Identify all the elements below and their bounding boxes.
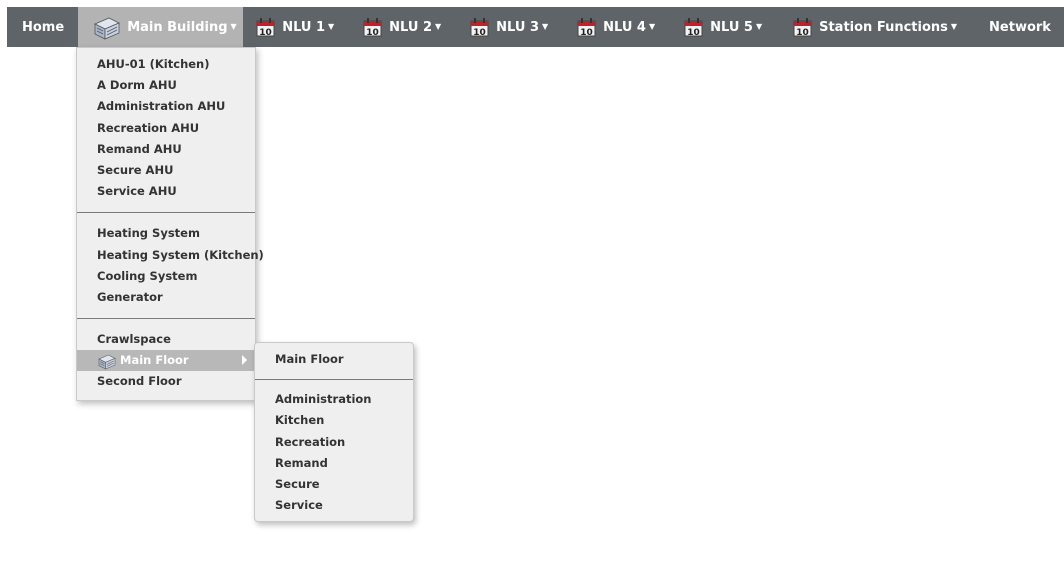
menu-item-a-dorm-ahu[interactable]: A Dorm AHU [77,75,255,96]
nav-station-functions[interactable]: Station Functions ▼ [772,7,967,47]
main-building-dropdown: AHU-01 (Kitchen) A Dorm AHU Administrati… [76,47,264,401]
menu-item-main-floor[interactable]: Main Floor [77,350,255,372]
menu-item-crawlspace[interactable]: Crawlspace [77,329,255,350]
nav-nlu3-label: NLU 3 [496,19,539,35]
caret-down-icon: ▼ [541,22,549,31]
menu-divider [77,212,255,214]
caret-down-icon: ▼ [648,22,656,31]
calendar-icon [576,16,598,38]
submenu-item-administration[interactable]: Administration [255,389,413,410]
menu-item-ahu-01-kitchen[interactable]: AHU-01 (Kitchen) [77,54,255,75]
submenu-item-kitchen[interactable]: Kitchen [255,410,413,431]
calendar-icon [792,16,814,38]
nav-nlu1-label: NLU 1 [282,19,326,35]
menu-item-administration-ahu[interactable]: Administration AHU [77,96,255,117]
menu-divider [77,318,255,320]
nav-nlu2-label: NLU 2 [389,19,432,35]
submenu-item-secure[interactable]: Secure [255,474,413,495]
menu-item-remand-ahu[interactable]: Remand AHU [77,139,255,160]
nav-network[interactable]: Network [967,7,1061,47]
menu-divider [255,379,413,381]
top-navbar: Home Main Building ▼ NLU 1 ▼ NLU 2 ▼ NLU… [7,7,1064,47]
nav-main-building-label: Main Building [127,19,228,35]
caret-down-icon: ▼ [950,22,958,31]
nav-home[interactable]: Home [7,7,78,47]
calendar-icon [469,16,491,38]
menu-item-recreation-ahu[interactable]: Recreation AHU [77,118,255,139]
menu-item-main-floor-label: Main Floor [120,353,189,368]
main-floor-submenu: Main Floor Administration Kitchen Recrea… [254,342,414,522]
calendar-icon [255,16,277,38]
nav-home-label: Home [22,19,65,35]
caret-down-icon: ▼ [328,22,335,31]
nav-station-functions-label: Station Functions [819,19,948,35]
caret-down-icon: ▼ [435,22,442,31]
nav-nlu5-label: NLU 5 [710,19,753,35]
submenu-arrow-icon [242,355,247,366]
nav-nlu1[interactable]: NLU 1 ▼ [243,7,344,47]
nav-main-building[interactable]: Main Building ▼ [78,7,244,47]
nav-nlu4[interactable]: NLU 4 ▼ [558,7,665,47]
menu-item-second-floor[interactable]: Second Floor [77,371,255,392]
caret-down-icon: ▼ [755,22,763,31]
building-icon [92,14,122,40]
calendar-icon [683,16,705,38]
submenu-item-remand[interactable]: Remand [255,453,413,474]
submenu-item-recreation[interactable]: Recreation [255,432,413,453]
floor-building-icon [97,352,117,370]
menu-item-service-ahu[interactable]: Service AHU [77,181,255,202]
nav-nlu4-label: NLU 4 [603,19,646,35]
nav-nlu2[interactable]: NLU 2 ▼ [344,7,451,47]
submenu-item-service[interactable]: Service [255,495,413,516]
menu-item-cooling-system[interactable]: Cooling System [77,266,255,287]
nav-nlu3[interactable]: NLU 3 ▼ [451,7,558,47]
menu-item-heating-system[interactable]: Heating System [77,223,255,244]
nav-network-label: Network [989,19,1051,35]
submenu-header-main-floor[interactable]: Main Floor [255,349,413,370]
menu-item-generator[interactable]: Generator [77,287,255,308]
caret-down-icon: ▼ [230,22,237,31]
menu-item-heating-system-kitchen[interactable]: Heating System (Kitchen) [77,245,264,266]
nav-nlu5[interactable]: NLU 5 ▼ [665,7,772,47]
calendar-icon [362,16,384,38]
menu-item-secure-ahu[interactable]: Secure AHU [77,160,255,181]
